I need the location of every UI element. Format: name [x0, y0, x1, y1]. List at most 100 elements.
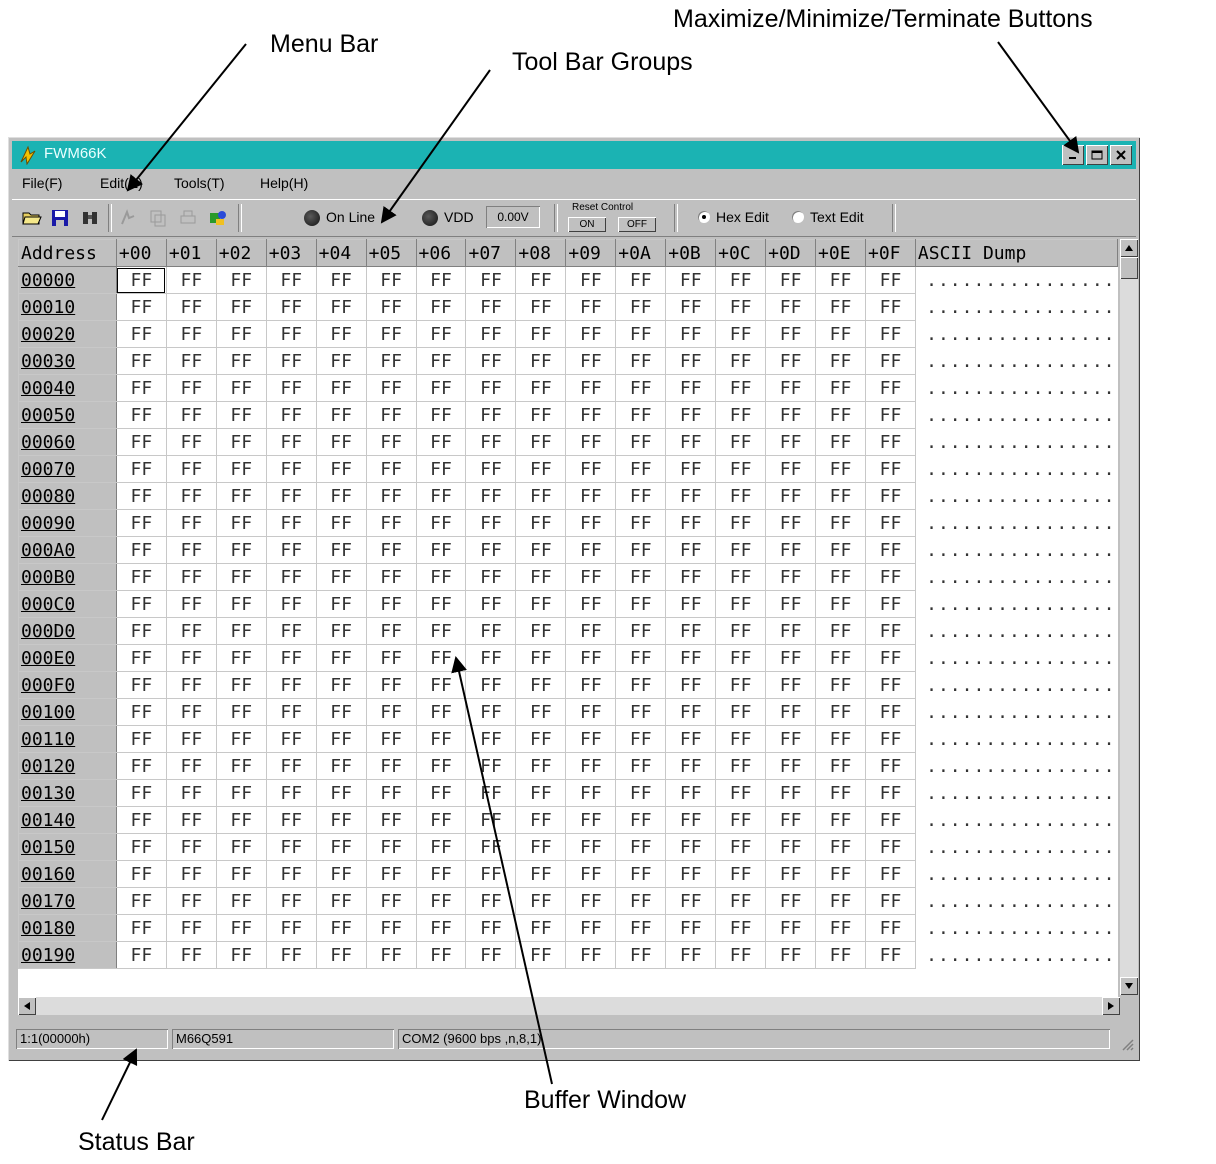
- title-bar[interactable]: FWM66K: [12, 141, 1136, 169]
- hex-cell[interactable]: FF: [115, 266, 167, 294]
- hex-cell[interactable]: FF: [815, 266, 866, 294]
- hex-cell[interactable]: FF: [715, 428, 767, 456]
- hex-cell[interactable]: FF: [615, 347, 667, 375]
- hex-cell[interactable]: FF: [365, 401, 417, 429]
- hex-cell[interactable]: FF: [665, 563, 717, 591]
- hex-cell[interactable]: FF: [265, 428, 317, 456]
- hex-cell[interactable]: FF: [115, 698, 167, 726]
- hex-cell[interactable]: FF: [415, 401, 467, 429]
- hex-cell[interactable]: FF: [765, 887, 817, 915]
- hex-cell[interactable]: FF: [265, 347, 317, 375]
- hex-cell[interactable]: FF: [715, 455, 767, 483]
- hex-cell[interactable]: FF: [864, 374, 916, 402]
- hex-cell[interactable]: FF: [615, 563, 667, 591]
- hex-cell[interactable]: FF: [715, 833, 767, 861]
- hex-cell[interactable]: FF: [665, 833, 717, 861]
- hex-cell[interactable]: FF: [515, 590, 567, 618]
- hex-cell[interactable]: FF: [115, 590, 167, 618]
- hex-cell[interactable]: FF: [815, 320, 866, 348]
- hex-cell[interactable]: FF: [215, 779, 267, 807]
- hex-cell[interactable]: FF: [265, 752, 317, 780]
- hex-cell[interactable]: FF: [864, 617, 916, 645]
- hex-cell[interactable]: FF: [465, 698, 517, 726]
- hex-cell[interactable]: FF: [315, 347, 367, 375]
- hex-edit-radio[interactable]: [698, 211, 710, 223]
- hex-cell[interactable]: FF: [815, 671, 866, 699]
- hex-cell[interactable]: FF: [615, 401, 667, 429]
- hex-cell[interactable]: FF: [565, 860, 617, 888]
- hex-cell[interactable]: FF: [415, 509, 467, 537]
- hex-cell[interactable]: FF: [115, 347, 167, 375]
- hex-cell[interactable]: FF: [365, 860, 417, 888]
- open-button[interactable]: [20, 206, 44, 230]
- hex-cell[interactable]: FF: [765, 860, 817, 888]
- hex-cell[interactable]: FF: [315, 914, 367, 942]
- hex-cell[interactable]: FF: [715, 779, 767, 807]
- hex-cell[interactable]: FF: [265, 455, 317, 483]
- hex-cell[interactable]: FF: [765, 482, 817, 510]
- hex-cell[interactable]: FF: [615, 509, 667, 537]
- hex-cell[interactable]: FF: [215, 887, 267, 915]
- hex-cell[interactable]: FF: [115, 536, 167, 564]
- hex-cell[interactable]: FF: [565, 536, 617, 564]
- hex-cell[interactable]: FF: [615, 941, 667, 969]
- hex-cell[interactable]: FF: [315, 887, 367, 915]
- hex-cell[interactable]: FF: [715, 509, 767, 537]
- hex-cell[interactable]: FF: [815, 833, 866, 861]
- hex-cell[interactable]: FF: [165, 320, 217, 348]
- hex-cell[interactable]: FF: [415, 266, 467, 294]
- hex-cell[interactable]: FF: [415, 914, 467, 942]
- hex-cell[interactable]: FF: [215, 509, 267, 537]
- hex-cell[interactable]: FF: [265, 860, 317, 888]
- hex-cell[interactable]: FF: [165, 509, 217, 537]
- hex-cell[interactable]: FF: [265, 374, 317, 402]
- hex-cell[interactable]: FF: [665, 509, 717, 537]
- hex-cell[interactable]: FF: [315, 617, 367, 645]
- hex-cell[interactable]: FF: [864, 887, 916, 915]
- hex-cell[interactable]: FF: [465, 401, 517, 429]
- hex-cell[interactable]: FF: [265, 293, 317, 321]
- hex-cell[interactable]: FF: [465, 725, 517, 753]
- hex-cell[interactable]: FF: [864, 860, 916, 888]
- hex-cell[interactable]: FF: [165, 806, 217, 834]
- hex-cell[interactable]: FF: [415, 779, 467, 807]
- hex-cell[interactable]: FF: [265, 725, 317, 753]
- hex-cell[interactable]: FF: [515, 509, 567, 537]
- hex-cell[interactable]: FF: [765, 617, 817, 645]
- hex-cell[interactable]: FF: [715, 725, 767, 753]
- hex-cell[interactable]: FF: [615, 914, 667, 942]
- hex-cell[interactable]: FF: [815, 887, 866, 915]
- hex-cell[interactable]: FF: [665, 725, 717, 753]
- hex-cell[interactable]: FF: [515, 428, 567, 456]
- hex-cell[interactable]: FF: [415, 617, 467, 645]
- hex-cell[interactable]: FF: [115, 428, 167, 456]
- hex-cell[interactable]: FF: [615, 590, 667, 618]
- hex-cell[interactable]: FF: [665, 617, 717, 645]
- hex-cell[interactable]: FF: [515, 455, 567, 483]
- hex-cell[interactable]: FF: [265, 833, 317, 861]
- hex-cell[interactable]: FF: [315, 806, 367, 834]
- hex-cell[interactable]: FF: [115, 455, 167, 483]
- hex-cell[interactable]: FF: [864, 779, 916, 807]
- hex-cell[interactable]: FF: [215, 455, 267, 483]
- hex-cell[interactable]: FF: [864, 536, 916, 564]
- hex-cell[interactable]: FF: [115, 860, 167, 888]
- hex-cell[interactable]: FF: [415, 752, 467, 780]
- hex-cell[interactable]: FF: [815, 617, 866, 645]
- hex-cell[interactable]: FF: [365, 941, 417, 969]
- hex-cell[interactable]: FF: [365, 563, 417, 591]
- hex-cell[interactable]: FF: [365, 590, 417, 618]
- hex-cell[interactable]: FF: [565, 428, 617, 456]
- hex-cell[interactable]: FF: [815, 590, 866, 618]
- hex-cell[interactable]: FF: [665, 455, 717, 483]
- hex-cell[interactable]: FF: [565, 482, 617, 510]
- hex-cell[interactable]: FF: [165, 833, 217, 861]
- hex-cell[interactable]: FF: [465, 644, 517, 672]
- hex-cell[interactable]: FF: [315, 779, 367, 807]
- hex-cell[interactable]: FF: [365, 347, 417, 375]
- hex-cell[interactable]: FF: [565, 293, 617, 321]
- hex-cell[interactable]: FF: [115, 671, 167, 699]
- hex-cell[interactable]: FF: [315, 536, 367, 564]
- hex-cell[interactable]: FF: [815, 455, 866, 483]
- hex-cell[interactable]: FF: [565, 779, 617, 807]
